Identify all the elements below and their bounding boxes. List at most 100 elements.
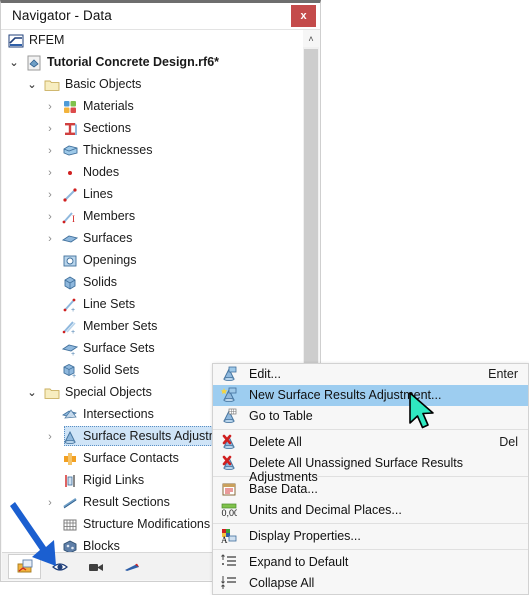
tree-item-nodes[interactable]: › Nodes — [2, 162, 305, 184]
svg-text:+: + — [71, 351, 75, 357]
menu-item-delete-all[interactable]: Delete All Del — [213, 432, 528, 453]
tree-item-surface-sets[interactable]: + Surface Sets — [2, 338, 305, 360]
display-properties-icon: A — [221, 528, 239, 545]
member-sets-icon: + — [62, 319, 78, 336]
new-adjustment-icon — [221, 387, 239, 404]
chevron-down-icon[interactable]: ⌄ — [26, 79, 38, 91]
tree-item-label: Members — [83, 209, 136, 223]
intersections-icon — [62, 407, 78, 423]
folder-icon — [44, 385, 60, 401]
menu-item-new-surface-results-adjustment[interactable]: New Surface Results Adjustment... — [213, 385, 528, 406]
line-sets-icon: + — [62, 297, 78, 314]
surfaces-icon — [61, 231, 79, 247]
surface-contacts-icon — [62, 451, 78, 467]
svg-text:+: + — [72, 373, 76, 379]
menu-item-label: Edit... — [249, 367, 281, 381]
tree-item-materials[interactable]: › Materials — [2, 96, 305, 118]
thicknesses-icon — [62, 143, 78, 159]
tree-item-sections[interactable]: › Sections — [2, 118, 305, 140]
menu-item-label: Base Data... — [249, 482, 318, 496]
collapse-all-icon — [221, 575, 239, 592]
surface-sets-icon: + — [61, 341, 79, 358]
tree-item-line-sets[interactable]: + Line Sets — [2, 294, 305, 316]
menu-item-label: Go to Table — [249, 409, 313, 423]
tree-item-label: Surface Contacts — [83, 451, 179, 465]
tree-item-lines[interactable]: › Lines — [2, 184, 305, 206]
tree-item-basic-objects[interactable]: ⌄ Basic Objects — [2, 74, 305, 96]
lines-icon — [62, 187, 78, 203]
tree-item-label: Thicknesses — [83, 143, 153, 157]
edit-adjustment-icon — [221, 366, 239, 383]
tree-item-label: Line Sets — [83, 297, 136, 311]
chevron-right-icon[interactable]: › — [44, 123, 56, 135]
tree-item-members[interactable]: › I Members — [2, 206, 305, 228]
toolbar-button-navigator-data[interactable] — [8, 554, 41, 579]
menu-item-display-properties[interactable]: A Display Properties... — [213, 526, 528, 547]
svg-text:0,00: 0,00 — [222, 508, 238, 518]
menu-item-label: Collapse All — [249, 576, 315, 590]
tree-item-label: Member Sets — [83, 319, 158, 333]
tree-item-label: Surfaces — [83, 231, 133, 245]
chevron-right-icon[interactable]: › — [44, 189, 56, 201]
chevron-right-icon[interactable]: › — [44, 497, 56, 509]
tree-item-member-sets[interactable]: + Member Sets — [2, 316, 305, 338]
context-menu[interactable]: Edit... Enter New Surface Results Adjustme… — [212, 363, 529, 595]
chevron-right-icon[interactable]: › — [44, 431, 56, 443]
toolbar-button-eye-visibility[interactable] — [43, 554, 76, 579]
chevron-right-icon[interactable]: › — [44, 233, 56, 245]
tree-item-label: RFEM — [29, 33, 65, 47]
menu-separator — [213, 549, 528, 550]
go-to-table-icon — [221, 408, 239, 425]
delete-unassigned-icon — [221, 455, 239, 472]
tree-item-label: Lines — [83, 187, 113, 201]
tree-item-rfem[interactable]: RFEM — [2, 30, 305, 52]
result-sections-icon — [62, 495, 78, 511]
tree-item-label: Sections — [83, 121, 131, 135]
menu-item-base-data[interactable]: Base Data... — [213, 479, 528, 500]
menu-item-go-to-table[interactable]: Go to Table — [213, 406, 528, 427]
chevron-right-icon[interactable]: › — [44, 167, 56, 179]
menu-item-expand-to-default[interactable]: Expand to Default — [213, 552, 528, 573]
tree-item-label: Surface Sets — [83, 341, 155, 355]
menu-item-shortcut: Del — [499, 435, 518, 449]
menu-item-units-and-decimal-places[interactable]: 0,00 Units and Decimal Places... — [213, 500, 528, 521]
tree-item-surfaces[interactable]: › Surfaces — [2, 228, 305, 250]
scroll-up-button[interactable]: ˄ — [303, 30, 319, 47]
chevron-right-icon[interactable]: › — [44, 101, 56, 113]
tree-item-label: Basic Objects — [65, 77, 142, 91]
close-icon: x — [300, 10, 307, 22]
units-decimals-icon: 0,00 — [221, 502, 239, 519]
tree-item-openings[interactable]: Openings — [2, 250, 305, 272]
menu-item-edit[interactable]: Edit... Enter — [213, 364, 528, 385]
menu-item-label: Delete All — [249, 435, 302, 449]
tree-item-tutorial-concrete-design-rf6[interactable]: ⌄ Tutorial Concrete Design.rf6* — [2, 52, 305, 74]
chevron-right-icon[interactable]: › — [44, 145, 56, 157]
tree-item-label: Blocks — [83, 539, 120, 553]
tree-item-label: Special Objects — [65, 385, 152, 399]
tree-item-label: Result Sections — [83, 495, 170, 509]
delete-all-icon — [221, 434, 239, 451]
tree-item-label: Rigid Links — [83, 473, 145, 487]
title-bar: Navigator - Data x — [1, 3, 320, 30]
tree-item-solids[interactable]: Solids — [2, 272, 305, 294]
menu-item-delete-all-unassigned-surface-results-adjustments[interactable]: Delete All Unassigned Surface Results Ad… — [213, 453, 528, 484]
model-file-icon — [26, 55, 42, 71]
chevron-right-icon[interactable]: › — [44, 211, 56, 223]
toolbar-button-video-camera[interactable] — [79, 554, 112, 579]
rfem-logo-icon — [8, 33, 24, 49]
close-button[interactable]: x — [291, 5, 316, 27]
chevron-down-icon[interactable]: ⌄ — [26, 387, 38, 399]
chevron-down-icon[interactable]: ⌄ — [8, 57, 20, 69]
svg-text:I: I — [72, 214, 75, 224]
sections-icon — [62, 121, 78, 137]
structure-modifications-icon — [62, 517, 78, 533]
nodes-icon — [62, 165, 78, 181]
toolbar-button-results-wedge[interactable] — [115, 554, 148, 579]
solid-sets-icon: + — [62, 363, 78, 380]
tree-item-label: Materials — [83, 99, 134, 113]
tree-item-label: Solids — [83, 275, 118, 289]
tree-item-thicknesses[interactable]: › Thicknesses — [2, 140, 305, 162]
base-data-icon — [221, 481, 239, 498]
tree-item-label: Nodes — [83, 165, 120, 179]
svg-text:+: + — [71, 329, 75, 335]
